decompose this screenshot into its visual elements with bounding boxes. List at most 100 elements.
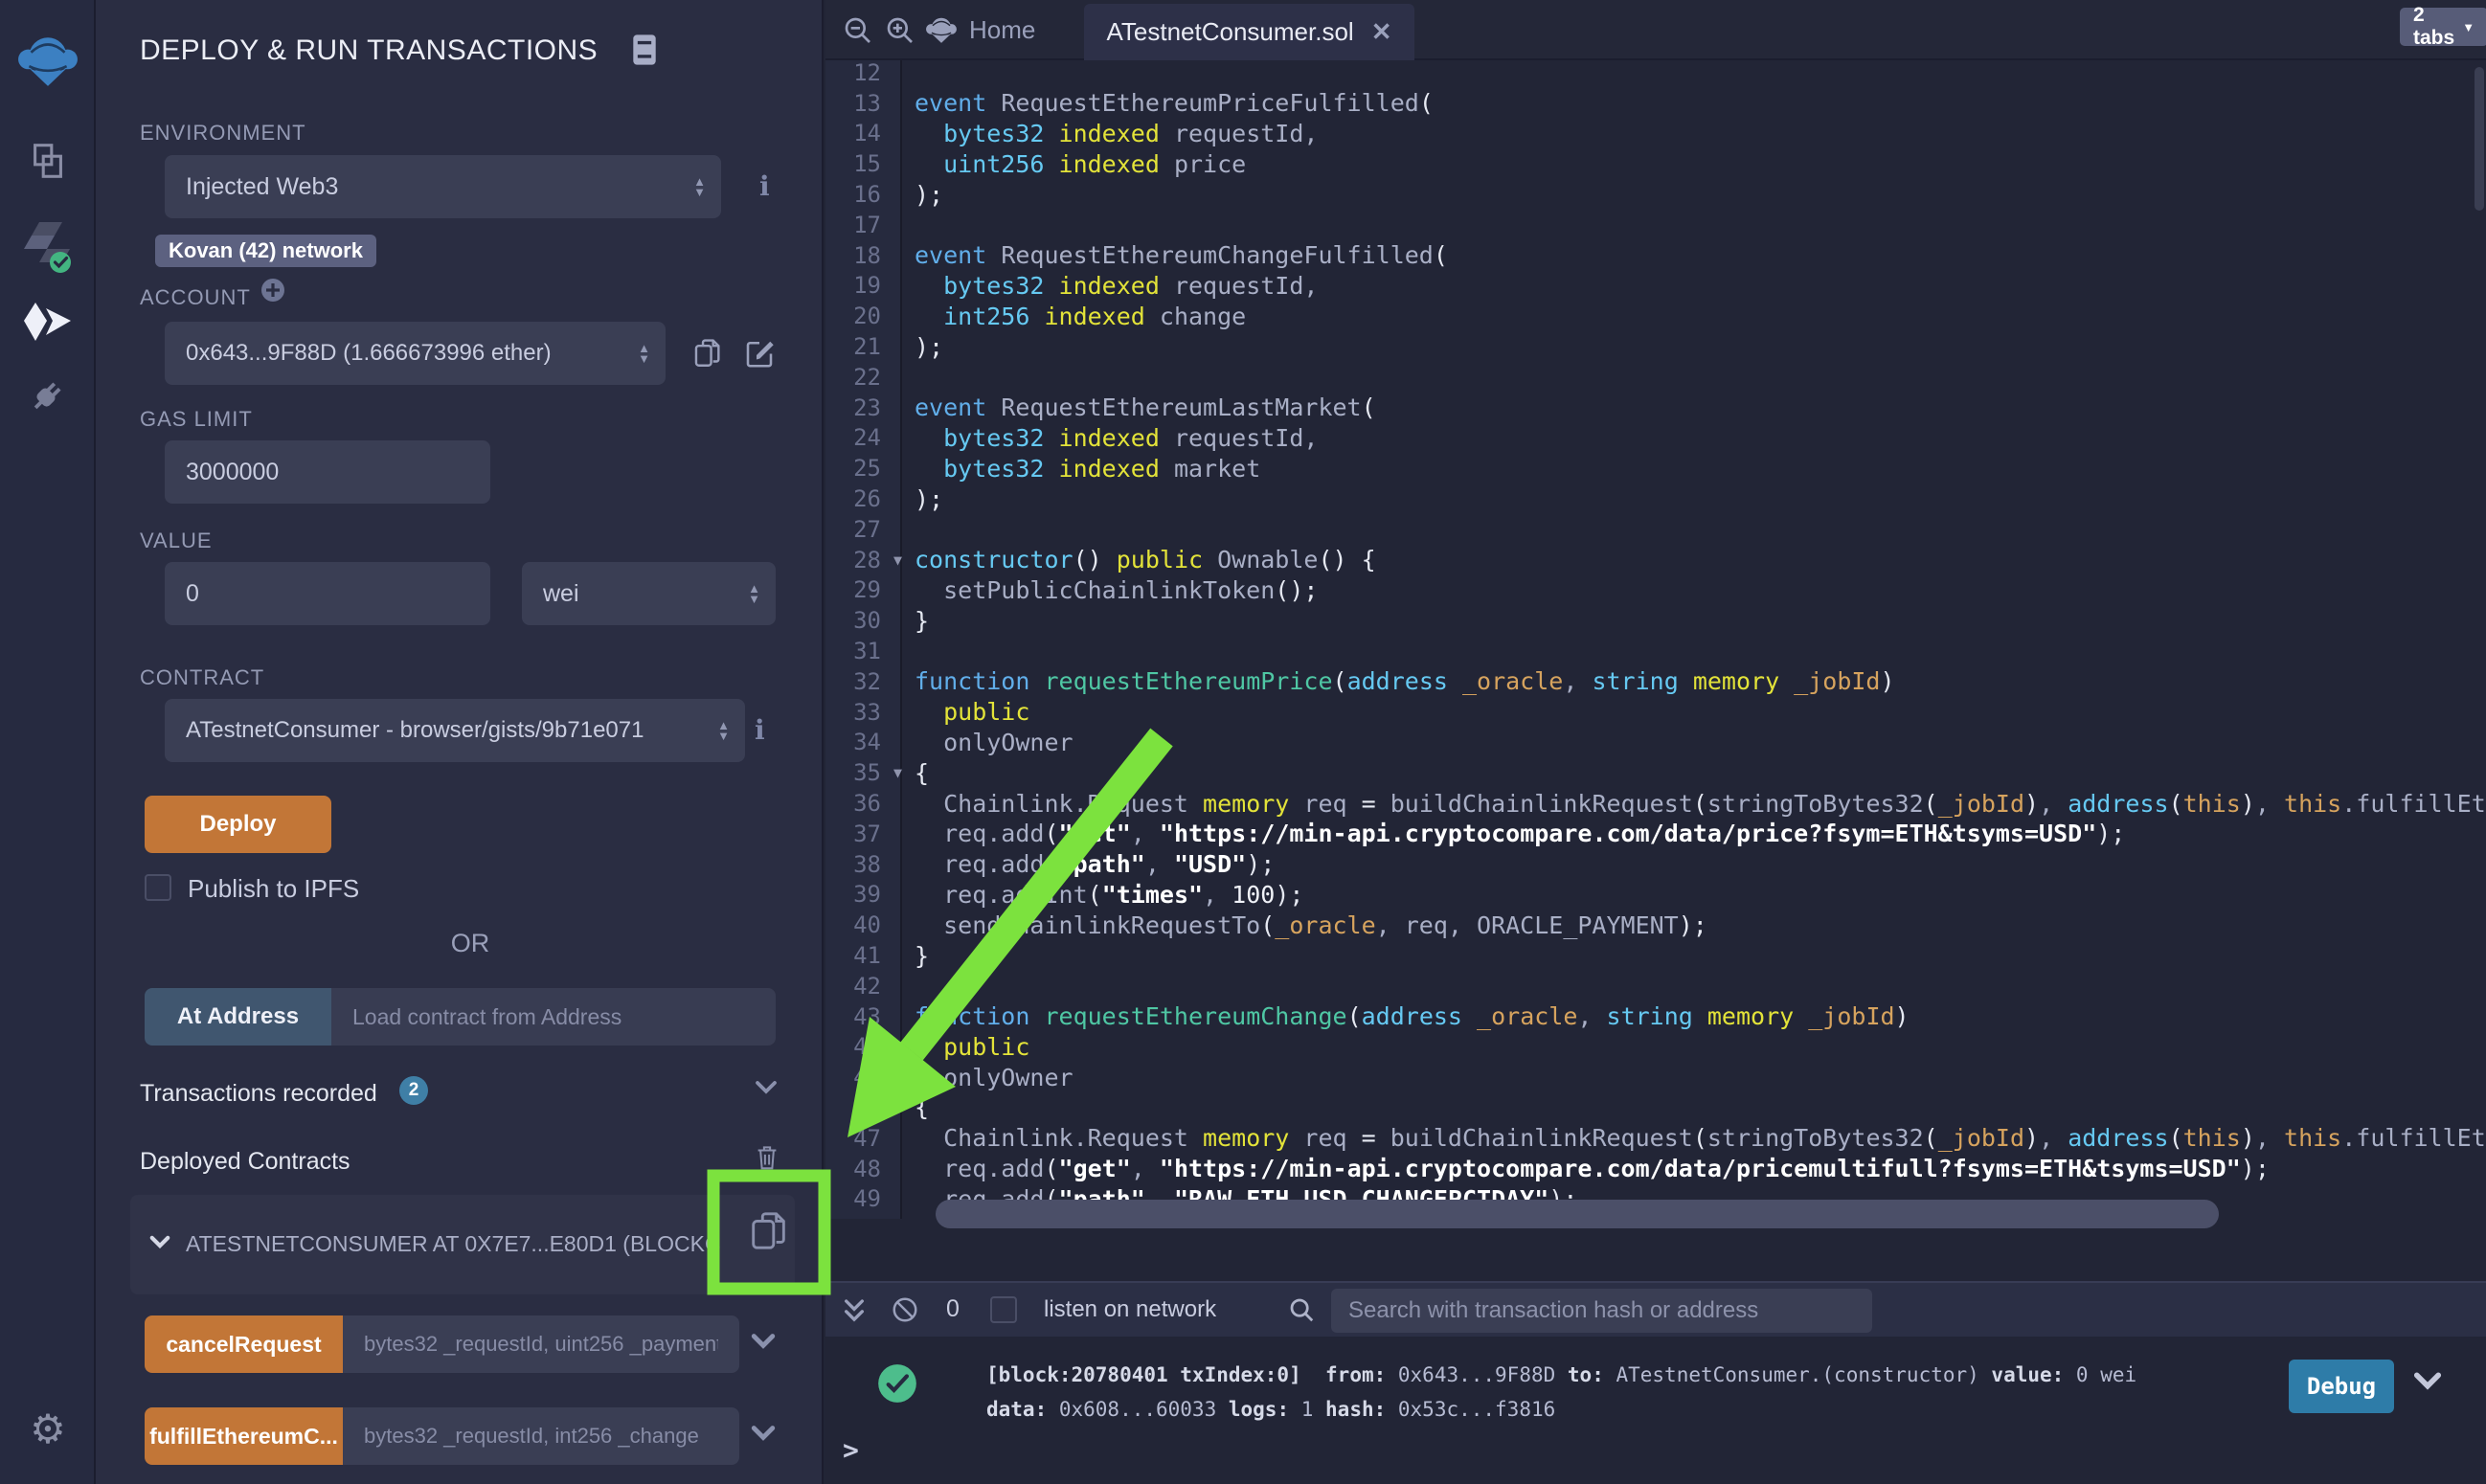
settings-gear-icon[interactable]: ⚙: [0, 1405, 96, 1452]
code-token: req.add: [915, 820, 1044, 847]
code-token: _jobId: [1794, 1002, 1894, 1030]
solidity-compiler-icon[interactable]: [0, 220, 96, 274]
code-token: public: [915, 698, 1029, 726]
contract-label: CONTRACT: [140, 665, 264, 690]
copy-account-icon[interactable]: [691, 335, 724, 376]
clear-terminal-ban-icon[interactable]: [891, 1295, 919, 1329]
tab-atestnetconsumer[interactable]: ATestnetConsumer.sol ✕: [1084, 4, 1414, 60]
tabs-count-button[interactable]: 2 tabs ▼: [2400, 8, 2486, 46]
contract-value: ATestnetConsumer - browser/gists/9b71e07…: [186, 717, 644, 744]
log-expand-chevron-down-icon[interactable]: [2413, 1371, 2442, 1395]
expand-terminal-double-chevron-icon[interactable]: [841, 1296, 868, 1330]
code-token: setPublicChainlinkToken: [915, 576, 1275, 604]
deployed-contract-card[interactable]: ATESTNETCONSUMER AT 0X7E7...E80D1 (BLOCK…: [130, 1195, 795, 1294]
terminal-search-input[interactable]: [1331, 1289, 1872, 1333]
contract-expand-chevron-down-icon[interactable]: [149, 1235, 170, 1253]
value-unit-select[interactable]: wei ▲▼: [522, 562, 776, 625]
code-token: market: [1160, 455, 1260, 483]
code-token: "get": [1059, 1155, 1131, 1182]
line-number: 25: [825, 455, 881, 482]
code-token: (: [1088, 881, 1102, 909]
code-token: requestEthereumChange: [1029, 1002, 1346, 1030]
line-number: 47: [825, 1125, 881, 1152]
code-token: req: [1289, 1124, 1361, 1152]
file-explorer-icon[interactable]: [0, 139, 96, 183]
code-token: event: [915, 241, 986, 269]
environment-label: ENVIRONMENT: [140, 121, 306, 146]
at-address-input[interactable]: [331, 988, 776, 1046]
line-number: 16: [825, 181, 881, 208]
deploy-button[interactable]: Deploy: [145, 796, 331, 853]
chevron-down-icon: ▼: [2462, 20, 2475, 34]
line-number: 17: [825, 212, 881, 238]
gas-limit-input[interactable]: [165, 440, 490, 504]
fulfill-ethereum-change-params-input[interactable]: [343, 1407, 739, 1465]
transactions-chevron-down-icon[interactable]: [755, 1080, 778, 1099]
line-number: 15: [825, 150, 881, 177]
tab-home[interactable]: Home: [969, 15, 1035, 45]
fulfill-ethereum-change-button[interactable]: fulfillEthereumC...: [145, 1407, 343, 1465]
transaction-log[interactable]: [block:20780401 txIndex:0] from: 0x643..…: [986, 1358, 2327, 1427]
deploy-run-icon[interactable]: [0, 302, 96, 342]
code-token: RequestEthereumChangeFulfilled: [986, 241, 1434, 269]
code-line: 16);: [825, 179, 2486, 210]
code-token: "USD": [1174, 850, 1246, 878]
code-token: ,: [2039, 790, 2068, 818]
code-line: 43function requestEthereumChange(address…: [825, 1001, 2486, 1032]
publish-ipfs-checkbox[interactable]: [145, 874, 171, 901]
line-number: 27: [825, 516, 881, 543]
code-line: 15 uint256 indexed price: [825, 148, 2486, 179]
pending-tx-count: 0: [946, 1295, 960, 1323]
listen-network-checkbox[interactable]: [990, 1296, 1017, 1323]
cancel-request-button[interactable]: cancelRequest: [145, 1315, 343, 1373]
code-token: bytes32: [915, 120, 1044, 147]
fold-chevron-icon[interactable]: ▼: [881, 1099, 915, 1116]
listen-network-label: listen on network: [1044, 1296, 1216, 1323]
documentation-icon[interactable]: [632, 33, 657, 72]
code-line: 23event RequestEthereumLastMarket(: [825, 393, 2486, 423]
code-token: ,: [1145, 850, 1174, 878]
line-number: 48: [825, 1156, 881, 1182]
code-token: ,: [1203, 881, 1232, 909]
zoom-out-icon[interactable]: [843, 15, 873, 51]
account-value: 0x643...9F88D (1.666673996 ether): [186, 340, 552, 367]
code-line: 42: [825, 971, 2486, 1001]
contract-info-icon[interactable]: i: [755, 714, 765, 746]
code-token: _jobId: [1938, 790, 2024, 818]
environment-info-icon[interactable]: i: [759, 170, 770, 202]
cancel-request-expand-chevron-down-icon[interactable]: [751, 1333, 776, 1354]
terminal-prompt[interactable]: >: [843, 1434, 859, 1466]
environment-select[interactable]: Injected Web3 ▲▼: [165, 155, 721, 218]
value-input[interactable]: [165, 562, 490, 625]
debug-button[interactable]: Debug: [2289, 1360, 2394, 1413]
horizontal-scrollbar[interactable]: [936, 1200, 2219, 1228]
add-account-icon[interactable]: [260, 278, 285, 307]
code-line: 35▼{: [825, 757, 2486, 788]
close-tab-icon[interactable]: ✕: [1371, 17, 1392, 47]
account-select[interactable]: 0x643...9F88D (1.666673996 ether) ▲▼: [165, 322, 666, 385]
clear-deployed-trash-icon[interactable]: [753, 1141, 781, 1179]
line-number: 38: [825, 851, 881, 878]
vertical-scrollbar[interactable]: [2475, 67, 2484, 211]
cancel-request-params-input[interactable]: [343, 1315, 739, 1373]
fulfill-expand-chevron-down-icon[interactable]: [751, 1425, 776, 1446]
fold-chevron-icon[interactable]: ▼: [881, 551, 915, 569]
zoom-in-icon[interactable]: [885, 15, 915, 51]
code-token: memory: [1188, 1124, 1289, 1152]
code-viewport[interactable]: 1213event RequestEthereumPriceFulfilled(…: [825, 57, 2486, 1249]
code-token: ,: [2255, 1124, 2284, 1152]
deployed-contract-title: ATESTNETCONSUMER AT 0X7E7...E80D1 (BLOCK…: [186, 1231, 722, 1257]
code-token: (: [2169, 1124, 2183, 1152]
code-line: 25 bytes32 indexed market: [825, 453, 2486, 483]
remix-logo-icon[interactable]: [0, 29, 96, 92]
code-token: indexed: [1029, 303, 1144, 330]
fold-chevron-icon[interactable]: ▼: [881, 764, 915, 781]
value-unit: wei: [543, 580, 579, 608]
copy-contract-address-icon[interactable]: [747, 1206, 791, 1261]
code-token: ,: [1131, 1155, 1160, 1182]
contract-select[interactable]: ATestnetConsumer - browser/gists/9b71e07…: [165, 699, 745, 762]
edit-account-icon[interactable]: [742, 335, 777, 374]
at-address-button[interactable]: At Address: [145, 988, 331, 1046]
plugin-manager-icon[interactable]: [0, 373, 96, 417]
line-number: 23: [825, 394, 881, 421]
